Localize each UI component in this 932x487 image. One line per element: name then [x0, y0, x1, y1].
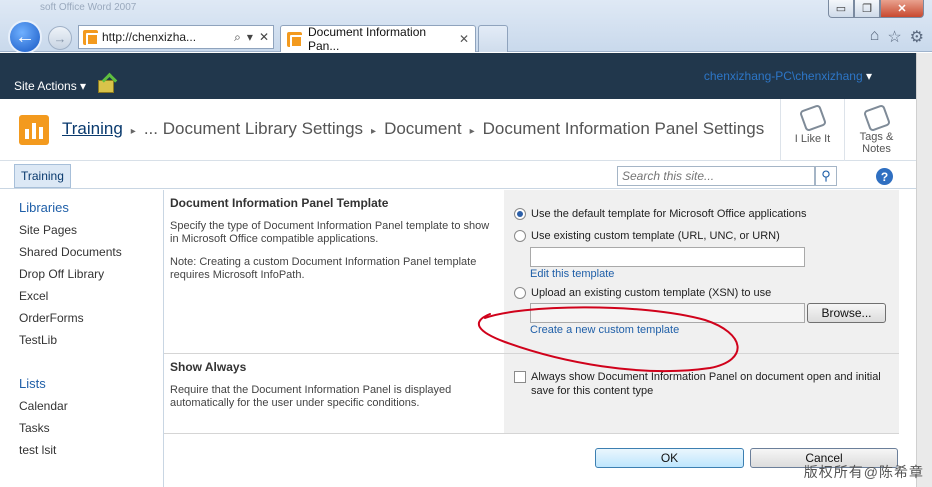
quicklaunch-item[interactable]: Excel: [19, 289, 48, 303]
title-area: Training ▸ ... Document Library Settings…: [0, 99, 916, 161]
quicklaunch-libraries-heading[interactable]: Libraries: [19, 200, 69, 215]
quicklaunch-item[interactable]: Tasks: [19, 421, 50, 435]
stop-icon[interactable]: ✕: [259, 30, 269, 45]
tags-notes-icon: [862, 103, 891, 133]
window-title: soft Office Word 2007: [40, 2, 137, 13]
breadcrumb-separator-icon: ▸: [130, 126, 136, 137]
help-icon[interactable]: ?: [876, 168, 893, 185]
i-like-it-label: I Like It: [794, 133, 831, 145]
tab-close-icon[interactable]: ✕: [459, 32, 469, 46]
vertical-scrollbar[interactable]: [916, 53, 932, 487]
radio-button[interactable]: [514, 287, 526, 299]
radio-upload-label: Upload an existing custom template (XSN)…: [531, 287, 772, 299]
address-bar[interactable]: http://chenxizha... ⌕ ▾ ✕: [78, 25, 274, 49]
search-button[interactable]: ⚲: [815, 166, 837, 186]
forward-button[interactable]: →: [48, 26, 72, 50]
home-icon[interactable]: ⌂: [870, 27, 880, 47]
sharepoint-favicon-icon: [287, 31, 303, 48]
radio-default-template[interactable]: Use the default template for Microsoft O…: [514, 208, 807, 220]
edit-template-link[interactable]: Edit this template: [530, 268, 614, 280]
like-tag-icon: [798, 103, 827, 133]
quick-launch: Libraries Site Pages Shared Documents Dr…: [0, 190, 163, 487]
top-navigation: Training ⚲ ?: [0, 162, 916, 189]
radio-existing-template[interactable]: Use existing custom template (URL, UNC, …: [514, 230, 780, 242]
browser-chrome: soft Office Word 2007 ▭ ❐ ✕ ← → http://c…: [0, 0, 932, 54]
tab-title: Document Information Pan...: [308, 25, 427, 53]
upload-file-field[interactable]: [530, 303, 805, 323]
sharepoint-favicon-icon: [83, 29, 99, 46]
always-show-checkbox-row[interactable]: Always show Document Information Panel o…: [514, 370, 884, 398]
tools-gear-icon[interactable]: ⚙: [910, 27, 924, 47]
quicklaunch-item[interactable]: OrderForms: [19, 311, 84, 325]
i-like-it-button[interactable]: I Like It: [780, 99, 844, 161]
watermark-text: 版权所有@陈希章: [803, 464, 924, 480]
browser-toolbar-icons: ⌂ ☆ ⚙: [870, 27, 924, 47]
close-window-button[interactable]: ✕: [880, 0, 924, 18]
breadcrumb-content-type: Document: [384, 119, 462, 138]
user-menu[interactable]: chenxizhang-PC\chenxizhang ▾: [704, 69, 872, 83]
breadcrumb-library-settings: ... Document Library Settings: [143, 119, 364, 138]
create-template-link[interactable]: Create a new custom template: [530, 324, 679, 336]
site-logo-icon: [19, 115, 49, 145]
show-always-section-description: Show Always Require that the Document In…: [164, 354, 503, 433]
browse-button[interactable]: Browse...: [807, 303, 886, 323]
site-actions-label: Site Actions: [14, 79, 77, 93]
user-name: chenxizhang-PC\chenxizhang: [703, 69, 863, 83]
ok-button[interactable]: OK: [595, 448, 744, 468]
arrow-right-icon: →: [53, 30, 67, 46]
settings-form: Document Information Panel Template Spec…: [163, 190, 899, 487]
favorites-star-icon[interactable]: ☆: [887, 27, 901, 47]
radio-button-selected[interactable]: [514, 208, 526, 220]
sharepoint-ribbon: Site Actions ▾ chenxizhang-PC\chenxizhan…: [0, 53, 916, 99]
search-icon: ⚲: [821, 168, 831, 183]
search-input[interactable]: [617, 166, 815, 186]
dip-template-note: Note: Creating a custom Document Informa…: [170, 256, 477, 281]
address-url[interactable]: http://chenxizha...: [102, 30, 206, 44]
always-show-checkbox[interactable]: [514, 371, 526, 383]
quicklaunch-item[interactable]: Site Pages: [19, 223, 77, 237]
minimize-button[interactable]: ▭: [828, 0, 854, 18]
always-show-label: Always show Document Information Panel o…: [531, 371, 881, 397]
tab-training[interactable]: Training: [14, 164, 71, 188]
dip-template-section-description: Document Information Panel Template Spec…: [164, 190, 503, 353]
radio-button[interactable]: [514, 230, 526, 242]
radio-existing-label: Use existing custom template (URL, UNC, …: [531, 230, 780, 242]
show-always-section-title: Show Always: [170, 360, 247, 374]
back-button[interactable]: ←: [8, 20, 42, 54]
window-controls: ▭ ❐ ✕: [828, 0, 924, 18]
breadcrumb: Training ▸ ... Document Library Settings…: [62, 119, 764, 139]
quicklaunch-lists-heading[interactable]: Lists: [19, 376, 46, 391]
template-url-field[interactable]: [530, 247, 805, 267]
tags-notes-label-2: Notes: [862, 143, 891, 155]
quicklaunch-item[interactable]: TestLib: [19, 333, 57, 347]
dip-template-section-title: Document Information Panel Template: [170, 196, 389, 210]
chevron-down-icon: ▾: [80, 79, 87, 93]
navigate-up-icon[interactable]: [98, 80, 114, 93]
radio-default-label: Use the default template for Microsoft O…: [531, 208, 807, 220]
dropdown-icon[interactable]: ▾: [247, 30, 253, 45]
show-always-description: Require that the Document Information Pa…: [170, 384, 452, 409]
quicklaunch-item[interactable]: Shared Documents: [19, 245, 122, 259]
quicklaunch-item[interactable]: Drop Off Library: [19, 267, 104, 281]
dip-template-description: Specify the type of Document Information…: [170, 220, 490, 245]
site-actions-menu[interactable]: Site Actions ▾: [14, 79, 86, 93]
restore-button[interactable]: ❐: [854, 0, 880, 18]
quicklaunch-item[interactable]: test lsit: [19, 443, 56, 457]
chevron-down-icon: ▾: [865, 69, 872, 83]
search-icon[interactable]: ⌕: [234, 30, 241, 45]
tab-document-information-panel[interactable]: Document Information Pan... ✕: [280, 25, 476, 53]
form-buttons: OK Cancel: [164, 433, 899, 487]
breadcrumb-site-link[interactable]: Training: [62, 119, 123, 139]
breadcrumb-separator-icon: ▸: [371, 126, 377, 137]
arrow-left-icon: ←: [15, 25, 35, 48]
tags-notes-button[interactable]: Tags & Notes: [844, 99, 908, 161]
new-tab-button[interactable]: [478, 25, 508, 52]
tags-notes-label: Tags &: [859, 131, 894, 143]
page-title: Document Information Panel Settings: [482, 119, 765, 138]
radio-upload-template[interactable]: Upload an existing custom template (XSN)…: [514, 287, 771, 299]
quicklaunch-item[interactable]: Calendar: [19, 399, 68, 413]
breadcrumb-separator-icon: ▸: [469, 126, 475, 137]
